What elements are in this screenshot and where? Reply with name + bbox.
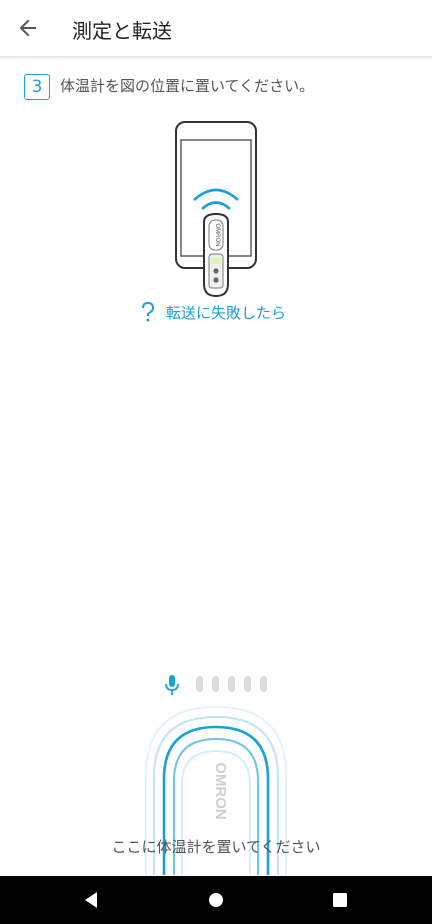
placement-brand-logo: OMRON bbox=[212, 762, 229, 820]
nav-home-icon bbox=[209, 893, 223, 907]
svg-text:OMRON: OMRON bbox=[214, 224, 220, 247]
transfer-failed-help-link[interactable]: 転送に失敗したら bbox=[140, 300, 286, 324]
nav-home-button[interactable] bbox=[204, 888, 228, 912]
level-bar bbox=[228, 676, 235, 692]
audio-level-meter bbox=[164, 674, 274, 696]
step-instruction: 3 体温計を図の位置に置いてください。 bbox=[24, 72, 422, 102]
help-link-label: 転送に失敗したら bbox=[166, 303, 287, 322]
level-bar bbox=[212, 676, 219, 692]
placement-hint-text: ここに体温計を置いてください bbox=[111, 838, 321, 856]
level-bar bbox=[196, 676, 203, 692]
nav-recents-button[interactable] bbox=[328, 888, 352, 912]
back-button[interactable] bbox=[10, 10, 46, 46]
microphone-icon bbox=[165, 675, 179, 695]
nav-back-button[interactable] bbox=[80, 888, 104, 912]
level-bar bbox=[244, 676, 251, 692]
step-instruction-text: 体温計を図の位置に置いてください。 bbox=[60, 77, 315, 95]
system-nav-bar bbox=[0, 876, 432, 924]
question-icon bbox=[142, 302, 155, 322]
step-number-badge: 3 bbox=[24, 74, 50, 100]
nav-back-icon bbox=[85, 892, 97, 908]
nav-recents-icon bbox=[333, 893, 347, 907]
phone-thermometer-illustration: OMRON bbox=[175, 121, 257, 298]
arrow-left-icon bbox=[19, 19, 36, 37]
page-title: 測定と転送 bbox=[72, 19, 172, 43]
app-bar: 測定と転送 bbox=[0, 0, 432, 57]
placement-illustration: OMRON bbox=[170, 118, 262, 298]
level-bar bbox=[260, 676, 267, 692]
